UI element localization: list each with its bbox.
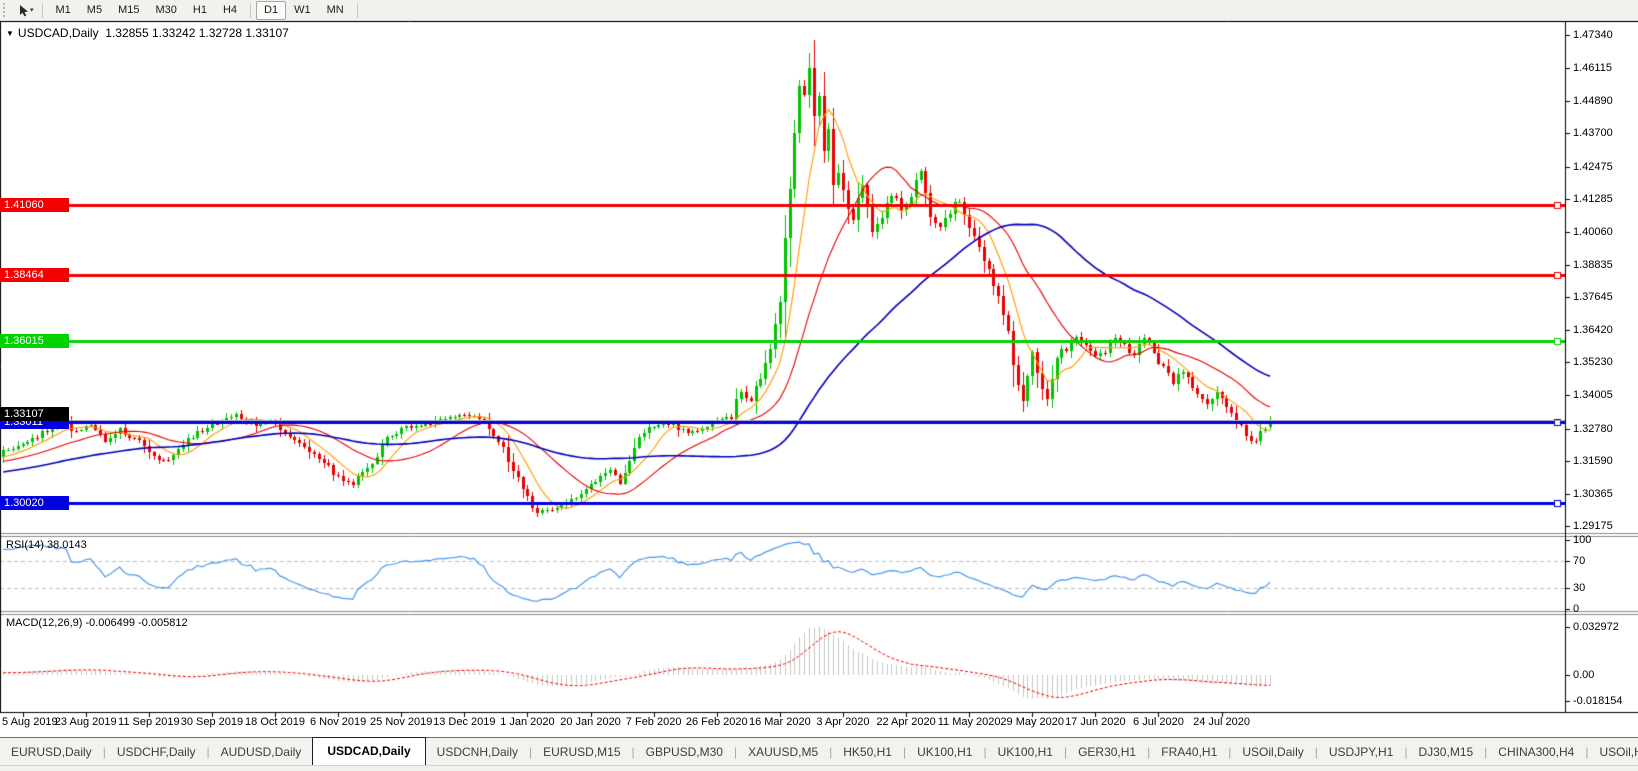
- timeframe-button-w1[interactable]: W1: [286, 1, 319, 20]
- cursor-tool-icon: [18, 4, 29, 17]
- timeframe-button-m30[interactable]: M30: [147, 1, 184, 20]
- toolbar-separator: [356, 2, 358, 18]
- chart-tab-usoil-h[interactable]: USOil,H: [1588, 740, 1638, 765]
- chart-tab-china300-h4[interactable]: CHINA300,H4: [1487, 740, 1585, 765]
- timeframe-button-m15[interactable]: M15: [110, 1, 147, 20]
- trading-platform-window: { "toolbar": { "cursor_icon": "cursor-to…: [0, 0, 1638, 771]
- chart-tab-ger30-h1[interactable]: GER30,H1: [1067, 740, 1147, 765]
- chart-tab-dj30-m15[interactable]: DJ30,M15: [1407, 740, 1484, 765]
- timeframe-toolbar: ▾ M1 M5 M15 M30 H1 H4 D1 W1 MN: [0, 0, 1638, 21]
- chart-tab-usdchf-daily[interactable]: USDCHF,Daily: [106, 740, 207, 765]
- toolbar-drag-handle[interactable]: [3, 3, 10, 17]
- chart-tab-usoil-daily[interactable]: USOil,Daily: [1231, 740, 1314, 765]
- chart-tab-hk50-h1[interactable]: HK50,H1: [832, 740, 903, 765]
- timeframe-button-m5[interactable]: M5: [79, 1, 110, 20]
- timeframe-button-d1[interactable]: D1: [256, 0, 287, 20]
- chart-tab-fra40-h1[interactable]: FRA40,H1: [1150, 740, 1228, 765]
- toolbar-separator: [41, 2, 43, 18]
- toolbar-separator: [250, 2, 252, 18]
- chart-tab-gbpusd-m30[interactable]: GBPUSD,M30: [635, 740, 734, 765]
- timeframe-button-h1[interactable]: H1: [185, 1, 215, 20]
- chart-tab-bar: EURUSD,Daily | USDCHF,Daily | AUDUSD,Daily US…: [0, 737, 1638, 765]
- chart-tab-audusd-daily[interactable]: AUDUSD,Daily: [210, 740, 313, 765]
- chart-tab-usdcad-daily[interactable]: USDCAD,Daily: [312, 737, 426, 765]
- chart-tab-xauusd-m5[interactable]: XAUUSD,M5: [737, 740, 829, 765]
- chart-tab-usdcnh-daily[interactable]: USDCNH,Daily: [426, 740, 529, 765]
- timeframe-button-h4[interactable]: H4: [215, 1, 245, 20]
- chart-tab-uk100-h1[interactable]: UK100,H1: [987, 740, 1064, 765]
- chart-cursor-tool[interactable]: ▾: [15, 4, 37, 17]
- chart-canvas[interactable]: [0, 21, 1638, 737]
- chart-tab-eurusd-daily[interactable]: EURUSD,Daily: [0, 740, 103, 765]
- chevron-down-icon[interactable]: ▾: [30, 6, 34, 14]
- chart-tab-usdjpy-h1[interactable]: USDJPY,H1: [1318, 740, 1404, 765]
- chart-tab-eurusd-m15[interactable]: EURUSD,M15: [532, 740, 631, 765]
- timeframe-button-m1[interactable]: M1: [48, 1, 79, 20]
- status-strip: [0, 765, 1638, 771]
- timeframe-button-mn[interactable]: MN: [319, 1, 352, 20]
- chart-tab-uk100-h1[interactable]: UK100,H1: [906, 740, 983, 765]
- chart-window: ▼ USDCAD,Daily 1.32855 1.33242 1.32728 1.…: [0, 21, 1638, 737]
